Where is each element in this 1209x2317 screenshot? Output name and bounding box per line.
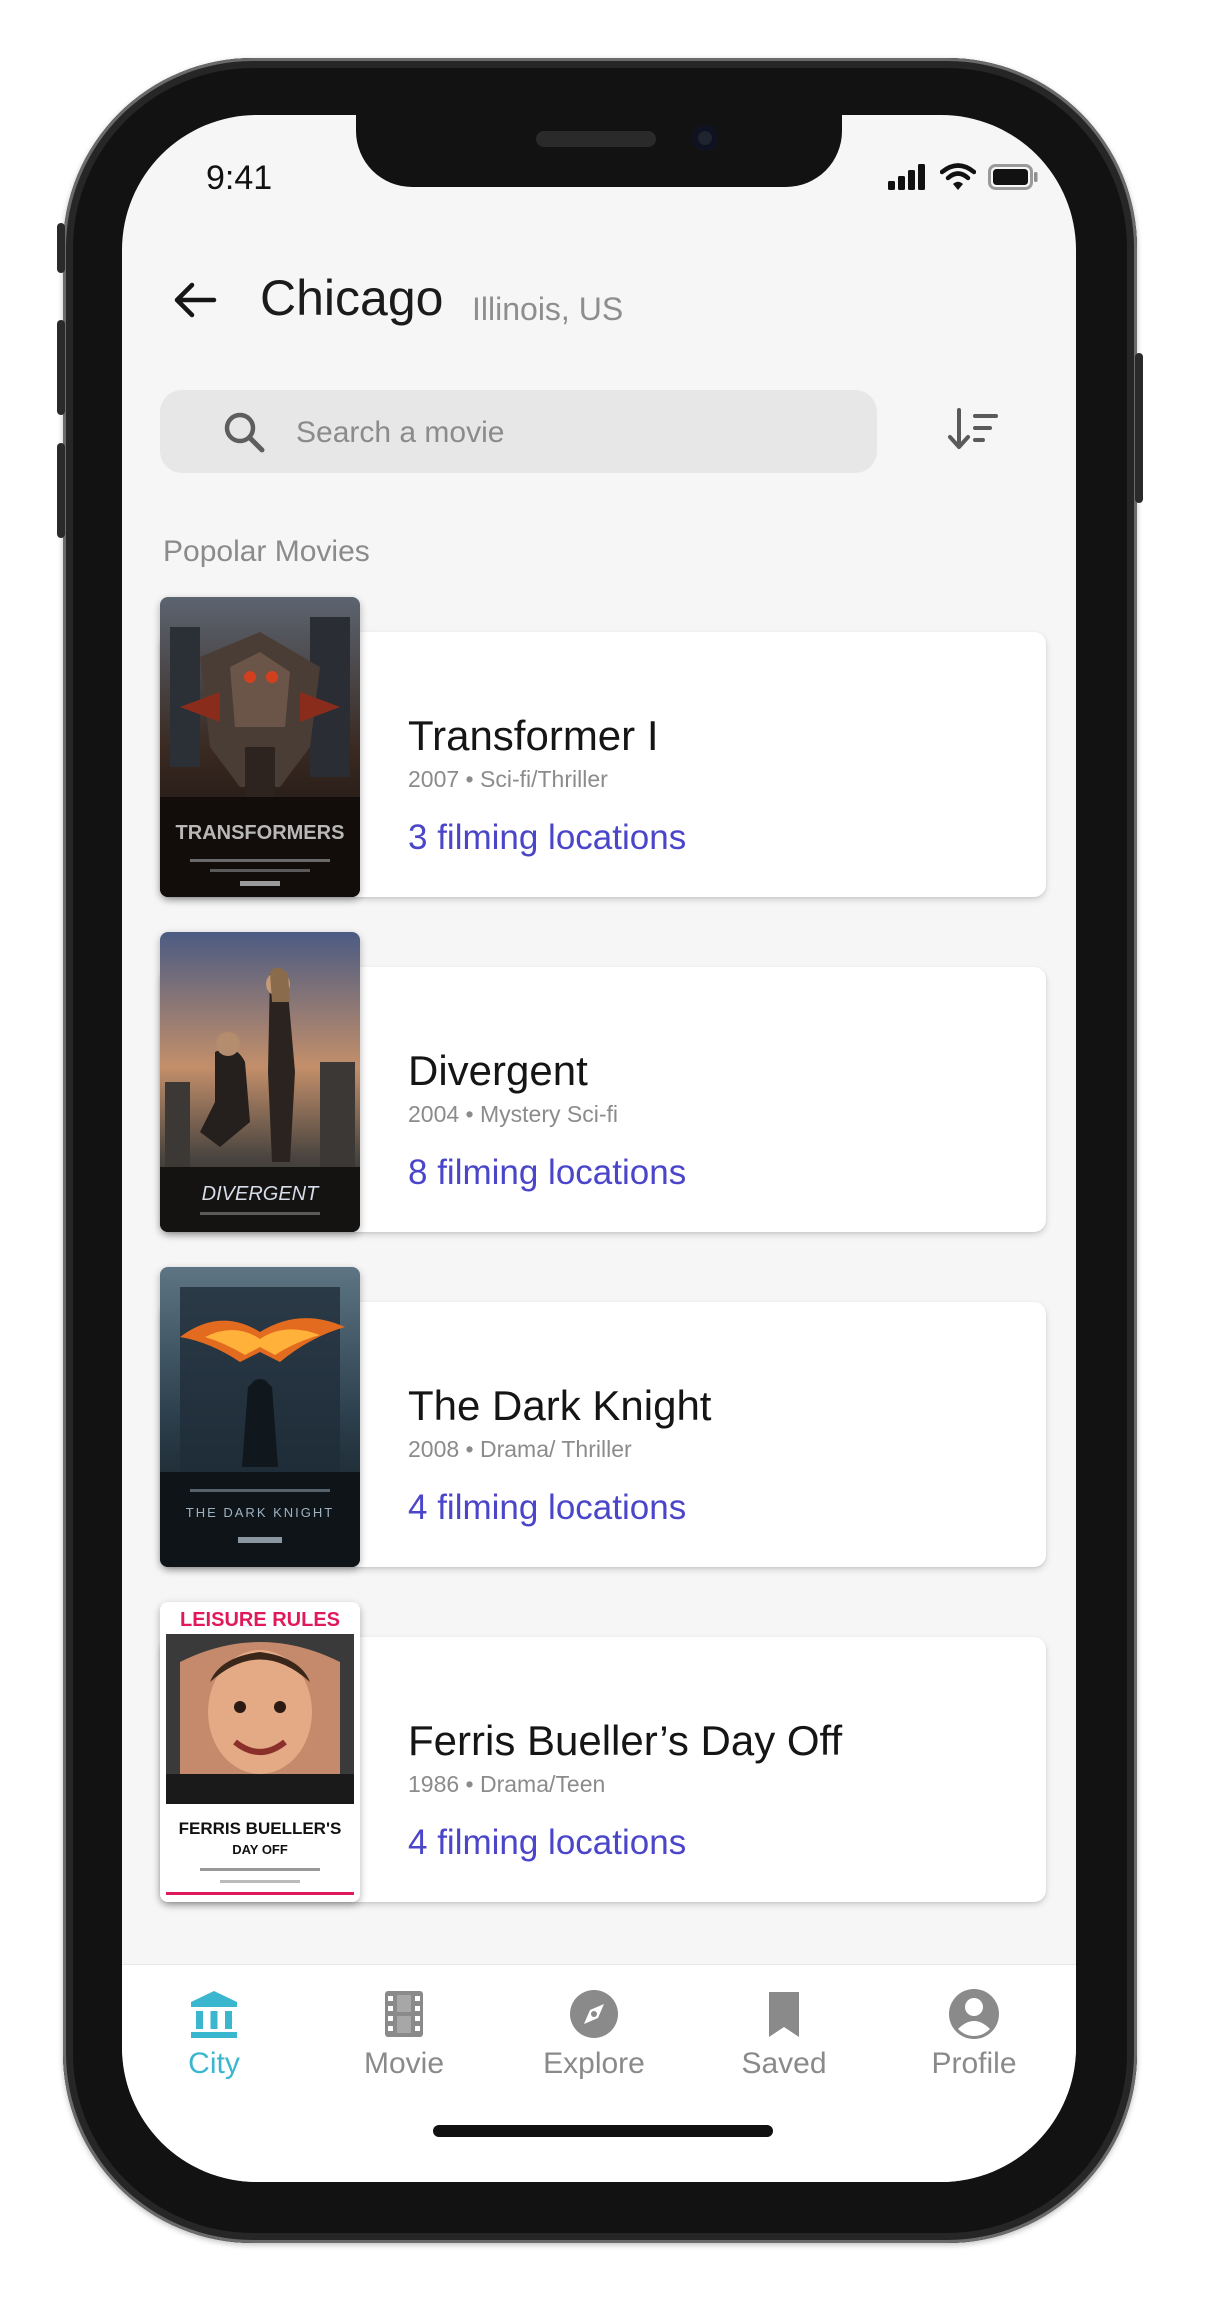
arrow-left-icon[interactable]: [170, 275, 220, 325]
status-icons: [888, 159, 1038, 195]
region-subtitle: Illinois, US: [472, 291, 624, 327]
movie-title: Transformer I: [408, 712, 659, 759]
silent-switch: [57, 223, 65, 273]
search-icon: [224, 412, 265, 453]
bottom-tab-bar: City Movie Explore Saved Profile: [122, 1965, 1076, 2182]
movie-poster: THE DARK KNIGHT: [160, 1267, 360, 1567]
filming-locations-link[interactable]: 3 filming locations: [408, 818, 686, 858]
speaker-grille: [536, 131, 656, 147]
filming-locations-link[interactable]: 4 filming locations: [408, 1488, 686, 1528]
movie-poster: LEISURE RULES FERRIS BUELLER'S DAY OFF: [160, 1602, 360, 1902]
front-camera: [692, 125, 718, 151]
page-title: Chicago: [260, 270, 444, 326]
movie-meta: 1986 • Drama/Teen: [408, 1771, 606, 1797]
poster-text: THE DARK KNIGHT: [186, 1505, 334, 1520]
home-indicator: [433, 2125, 773, 2137]
poster-text: LEISURE RULES: [180, 1609, 340, 1631]
tab-label: Explore: [543, 2047, 645, 2080]
app-screen: 9:41 Chicago Illinois, US Search a movie…: [122, 115, 1076, 2182]
status-time: 9:41: [206, 159, 273, 197]
poster-text: FERRIS BUELLER'S: [179, 1819, 342, 1838]
search-bar[interactable]: [160, 390, 877, 475]
movie-card-divergent[interactable]: Divergent 2004 • Mystery Sci-fi 8 filmin…: [160, 932, 1046, 1237]
movie-title: Divergent: [408, 1047, 588, 1094]
tab-label: City: [188, 2047, 240, 2080]
movie-card-transformer[interactable]: Transformer I 2007 • Sci-fi/Thriller 3 f…: [160, 597, 1046, 902]
filming-locations-link[interactable]: 4 filming locations: [408, 1823, 686, 1863]
power-button: [1135, 353, 1143, 503]
tab-movie[interactable]: Movie: [334, 1987, 474, 2087]
movie-title: Ferris Bueller’s Day Off: [408, 1717, 843, 1764]
volume-up-button: [57, 320, 65, 415]
tab-label: Movie: [363, 2047, 445, 2080]
movie-card-ferris-bueller[interactable]: Ferris Bueller’s Day Off 1986 • Drama/Te…: [160, 1602, 1046, 1907]
poster-text: TRANSFORMERS: [176, 822, 345, 844]
city-icon: [191, 1991, 237, 2038]
compass-icon: [570, 1990, 618, 2038]
movie-title: The Dark Knight: [408, 1382, 712, 1429]
volume-down-button: [57, 443, 65, 538]
tab-saved[interactable]: Saved: [714, 1987, 854, 2087]
poster-text: DIVERGENT: [202, 1183, 320, 1205]
movie-poster: TRANSFORMERS: [160, 597, 360, 897]
tab-label: Saved: [741, 2047, 827, 2080]
tab-profile[interactable]: Profile: [904, 1987, 1044, 2087]
battery-icon: [988, 164, 1038, 190]
movie-meta: 2004 • Mystery Sci-fi: [408, 1101, 618, 1127]
section-heading: Popolar Movies: [163, 535, 370, 568]
movie-poster: DIVERGENT: [160, 932, 360, 1232]
sort-icon[interactable]: [942, 400, 1002, 460]
tab-label: Profile: [931, 2047, 1017, 2080]
bookmark-icon: [769, 1992, 799, 2037]
film-icon: [385, 1991, 423, 2037]
wifi-icon: [940, 163, 976, 190]
filming-locations-link[interactable]: 8 filming locations: [408, 1153, 686, 1193]
notch: [356, 115, 842, 187]
movie-meta: 2008 • Drama/ Thriller: [408, 1436, 632, 1462]
search-input[interactable]: [294, 390, 858, 475]
profile-icon: [949, 1989, 999, 2039]
tab-explore[interactable]: Explore: [524, 1987, 664, 2087]
tab-city[interactable]: City: [144, 1987, 284, 2087]
poster-text: DAY OFF: [232, 1842, 288, 1857]
cellular-signal-icon: [888, 164, 925, 190]
movie-card-the-dark-knight[interactable]: The Dark Knight 2008 • Drama/ Thriller 4…: [160, 1267, 1046, 1572]
movie-meta: 2007 • Sci-fi/Thriller: [408, 766, 608, 792]
